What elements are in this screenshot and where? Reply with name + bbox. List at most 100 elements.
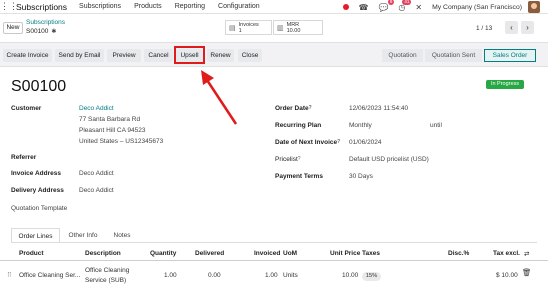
- col-quantity[interactable]: Quantity: [150, 250, 176, 257]
- delivery-address-label: Delivery Address: [11, 187, 64, 194]
- status-quotation[interactable]: Quotation: [382, 49, 423, 62]
- col-description[interactable]: Description: [85, 250, 121, 257]
- next-invoice-help-icon[interactable]: ?: [337, 139, 340, 145]
- table-header-divider: [0, 260, 548, 261]
- pricelist-label-text: Pricelist: [275, 156, 298, 163]
- invoices-smart-text: Invoices 1: [239, 22, 259, 34]
- customer-field[interactable]: Deco Addict: [79, 105, 114, 112]
- pager-value[interactable]: 1 / 13: [476, 25, 492, 32]
- menu-configuration[interactable]: Configuration: [218, 3, 260, 10]
- chart-icon: ▥: [277, 24, 284, 32]
- cell-delivered[interactable]: 0.00: [208, 272, 221, 279]
- status-badge: In Progress: [486, 80, 524, 89]
- col-uom[interactable]: UoM: [283, 250, 297, 257]
- cancel-button[interactable]: Cancel: [144, 49, 173, 62]
- col-unit-price[interactable]: Unit Price: [330, 250, 360, 257]
- quotation-template-label: Quotation Template: [11, 205, 68, 212]
- pricelist-help-icon[interactable]: ?: [298, 156, 301, 162]
- order-date-help-icon[interactable]: ?: [309, 105, 312, 111]
- breadcrumb[interactable]: Subscriptions: [26, 19, 65, 26]
- apps-menu-icon[interactable]: ⋮⋮: [0, 1, 18, 12]
- pager-next-icon[interactable]: ›: [521, 21, 534, 34]
- tab-notes[interactable]: Notes: [106, 228, 138, 243]
- cell-product[interactable]: Office Cleaning Ser...: [19, 272, 80, 279]
- mrr-smart-button[interactable]: ▥ MRR 10.00: [273, 20, 323, 35]
- gear-icon[interactable]: ✱: [51, 29, 56, 35]
- send-by-email-button[interactable]: Send by Email: [55, 49, 104, 62]
- cell-unit-price[interactable]: 10.00: [342, 272, 358, 279]
- pricelist-label: Pricelist?: [275, 156, 301, 163]
- menu-reporting[interactable]: Reporting: [175, 3, 205, 10]
- phone-icon[interactable]: ☎: [358, 3, 368, 12]
- delete-row-icon[interactable]: 🗑: [522, 268, 532, 277]
- mrr-smart-text: MRR 10.00: [287, 22, 301, 34]
- status-sales-order[interactable]: Sales Order: [484, 49, 536, 62]
- cell-description-line-1[interactable]: Office Cleaning: [85, 267, 129, 274]
- page-title: S00100: [11, 78, 67, 95]
- company-switcher[interactable]: My Company (San Francisco): [432, 4, 522, 11]
- cell-tax-badge[interactable]: 15%: [362, 272, 381, 281]
- menu-products[interactable]: Products: [134, 3, 162, 10]
- col-discount[interactable]: Disc.%: [448, 250, 469, 257]
- mrr-value: 10.00: [286, 27, 301, 34]
- invoice-icon: ▤: [229, 24, 236, 32]
- form-sheet: [0, 66, 548, 291]
- chat-badge: 9: [387, 0, 395, 5]
- cell-subtotal: $ 10.00: [496, 272, 518, 279]
- invoices-count: 1: [238, 27, 242, 34]
- record-status-dot[interactable]: [343, 4, 350, 10]
- new-button[interactable]: New: [3, 22, 23, 34]
- control-panel: New Subscriptions S00100 ✱ ▤ Invoices 1 ▥ …: [0, 14, 548, 42]
- address-line-3: United States – US12345673: [79, 138, 164, 145]
- app-brand[interactable]: Subscriptions: [16, 2, 67, 12]
- recurring-plan-field[interactable]: Monthly: [349, 122, 372, 129]
- status-quotation-sent[interactable]: Quotation Sent: [425, 49, 482, 62]
- column-settings-icon[interactable]: ⇄: [524, 250, 529, 258]
- cell-description-line-2[interactable]: Service (SUB): [85, 277, 126, 284]
- col-product[interactable]: Product: [19, 250, 44, 257]
- recurring-plan-label: Recurring Plan: [275, 122, 322, 129]
- order-date-label-text: Order Date: [275, 105, 309, 112]
- invoices-smart-button[interactable]: ▤ Invoices 1: [225, 20, 272, 35]
- col-invoiced[interactable]: Invoiced: [254, 250, 280, 257]
- order-date-label: Order Date?: [275, 105, 312, 112]
- activity-icon[interactable]: ◷ 41: [398, 0, 412, 12]
- pager-previous-icon[interactable]: ‹: [505, 21, 518, 34]
- customer-label: Customer: [11, 105, 42, 112]
- delivery-address-field[interactable]: Deco Addict: [79, 187, 114, 194]
- cell-uom[interactable]: Units: [283, 272, 298, 279]
- invoice-address-label: Invoice Address: [11, 170, 61, 177]
- until-label: until: [430, 122, 442, 129]
- payment-terms-field[interactable]: 30 Days: [349, 173, 373, 180]
- debug-tools-icon[interactable]: ✕: [415, 3, 422, 12]
- tab-other-info[interactable]: Other Info: [62, 228, 104, 243]
- renew-button[interactable]: Renew: [207, 49, 234, 62]
- next-invoice-field[interactable]: 01/06/2024: [349, 139, 382, 146]
- chat-icon[interactable]: 💬 9: [378, 0, 395, 12]
- tabs-divider: [11, 242, 537, 243]
- tab-order-lines[interactable]: Order Lines: [11, 228, 60, 243]
- user-avatar[interactable]: [528, 1, 540, 13]
- payment-terms-label: Payment Terms: [275, 173, 323, 180]
- pricelist-field[interactable]: Default USD pricelist (USD): [349, 156, 429, 163]
- referrer-label: Referrer: [11, 154, 37, 161]
- invoice-address-field[interactable]: Deco Addict: [79, 170, 114, 177]
- create-invoice-button[interactable]: Create Invoice: [3, 49, 52, 62]
- preview-button[interactable]: Preview: [107, 49, 141, 62]
- col-tax-excl[interactable]: Tax excl.: [493, 250, 520, 257]
- top-navbar: ⋮⋮ Subscriptions Subscriptions Products …: [0, 0, 548, 14]
- record-name-text: S00100: [26, 28, 49, 35]
- order-date-field[interactable]: 12/06/2023 11:54:40: [349, 105, 408, 112]
- close-button[interactable]: Close: [238, 49, 262, 62]
- drag-handle-icon[interactable]: ⠿: [7, 271, 12, 279]
- cell-invoiced: 1.00: [265, 272, 278, 279]
- col-taxes[interactable]: Taxes: [362, 250, 380, 257]
- cell-quantity[interactable]: 1.00: [164, 272, 177, 279]
- next-invoice-label: Date of Next Invoice?: [275, 139, 340, 146]
- action-bar: Create Invoice Send by Email Preview Can…: [0, 42, 548, 66]
- menu-subscriptions[interactable]: Subscriptions: [79, 3, 121, 10]
- activity-badge: 41: [402, 0, 412, 5]
- address-line-1: 77 Santa Barbara Rd: [79, 116, 141, 123]
- upsell-highlight-box: [174, 46, 205, 64]
- col-delivered[interactable]: Delivered: [195, 250, 224, 257]
